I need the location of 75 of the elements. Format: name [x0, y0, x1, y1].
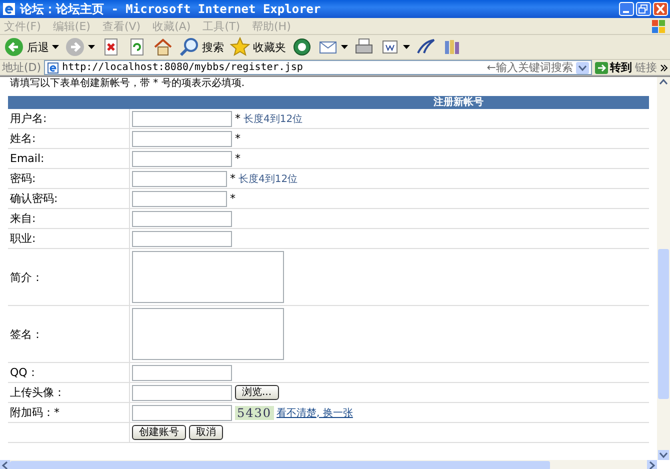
scroll-right-icon[interactable] [647, 460, 657, 469]
field-label: 上传头像： [10, 385, 65, 400]
scroll-left-icon[interactable] [0, 460, 10, 469]
scroll-up-icon[interactable] [658, 77, 669, 87]
dropdown-icon[interactable] [576, 62, 589, 74]
back-button[interactable]: 后退 [4, 37, 59, 57]
address-label: 地址(D) [2, 60, 42, 75]
caret-icon [52, 45, 59, 49]
caret-icon [88, 45, 95, 49]
favorites-button[interactable]: 收藏夹 [230, 37, 286, 57]
horizontal-scrollbar[interactable] [0, 460, 657, 469]
home-button[interactable] [153, 37, 173, 57]
caret-icon [341, 45, 348, 49]
text-area[interactable] [132, 308, 284, 360]
required-mark: * [230, 192, 236, 205]
field-label: 附加码：* [10, 405, 60, 420]
field-label: 职业: [10, 231, 36, 246]
required-mark: * [235, 132, 240, 145]
caret-icon [403, 45, 410, 49]
search-button[interactable]: 搜索 [179, 37, 224, 57]
required-mark: * [235, 112, 240, 125]
field-label: Email: [10, 152, 44, 165]
hint-text: 长度4到12位 [238, 172, 298, 186]
required-mark: * [235, 152, 240, 165]
file-path-field[interactable] [132, 384, 232, 400]
input-field[interactable] [132, 150, 232, 166]
input-field[interactable] [132, 364, 232, 380]
input-field[interactable] [132, 110, 232, 126]
ie-logo-icon [2, 2, 16, 16]
research-button[interactable] [442, 37, 462, 57]
minimize-icon[interactable] [619, 2, 634, 16]
input-field[interactable] [132, 130, 232, 146]
field-label: 签名： [10, 326, 43, 342]
browse-button[interactable]: 浏览... [235, 385, 279, 400]
field-label: 用户名: [10, 111, 47, 126]
chevron-icon [660, 64, 668, 72]
close-icon[interactable] [653, 2, 668, 16]
search-icon [179, 37, 199, 57]
cancel-button[interactable]: 取消 [189, 425, 223, 440]
field-label: 确认密码: [10, 191, 58, 206]
window-title: 论坛：论坛主页 - Microsoft Internet Explorer [20, 0, 322, 18]
maximize-icon[interactable] [636, 2, 651, 16]
arrow-icon [595, 62, 608, 74]
forward-button[interactable] [65, 37, 95, 57]
input-field[interactable] [132, 210, 232, 226]
scroll-down-icon[interactable] [658, 450, 669, 460]
text-area[interactable] [132, 251, 284, 303]
star-icon [230, 37, 250, 57]
books-icon [442, 37, 462, 57]
input-field[interactable] [132, 230, 232, 246]
windows-logo-icon [650, 19, 666, 33]
address-field[interactable]: http://localhost:8080/mybbs/register.jsp ←输入关键词搜索 [44, 60, 592, 75]
captcha-image: 5430 [235, 406, 274, 420]
field-label: 密码: [10, 171, 36, 186]
scrollbar-thumb[interactable] [658, 248, 669, 398]
submit-button[interactable]: 创建账号 [132, 425, 186, 440]
hint-text: 长度4到12位 [244, 112, 303, 126]
password-field[interactable] [132, 190, 227, 206]
form-header: 注册新帐号 [8, 96, 649, 109]
field-label: 姓名: [10, 131, 36, 146]
field-label: 简介： [10, 270, 43, 284]
page-icon [47, 62, 60, 74]
go-button[interactable]: 转到 [595, 60, 632, 75]
password-field[interactable] [132, 170, 227, 186]
home-icon [153, 37, 173, 57]
required-mark: * [230, 172, 236, 185]
vertical-scrollbar[interactable] [657, 77, 670, 460]
field-label: QQ： [10, 365, 38, 380]
media-icon [292, 37, 312, 57]
links-label[interactable]: 链接 [635, 60, 657, 75]
media-button[interactable] [292, 37, 312, 57]
instruction-text: 请填写以下表单创建新帐号，带 * 号的项表示必填项. [10, 78, 246, 90]
input-field[interactable] [132, 404, 232, 420]
field-label: 来自: [10, 211, 36, 226]
refresh-captcha-link[interactable]: 看不清楚, 换一张 [276, 406, 353, 420]
